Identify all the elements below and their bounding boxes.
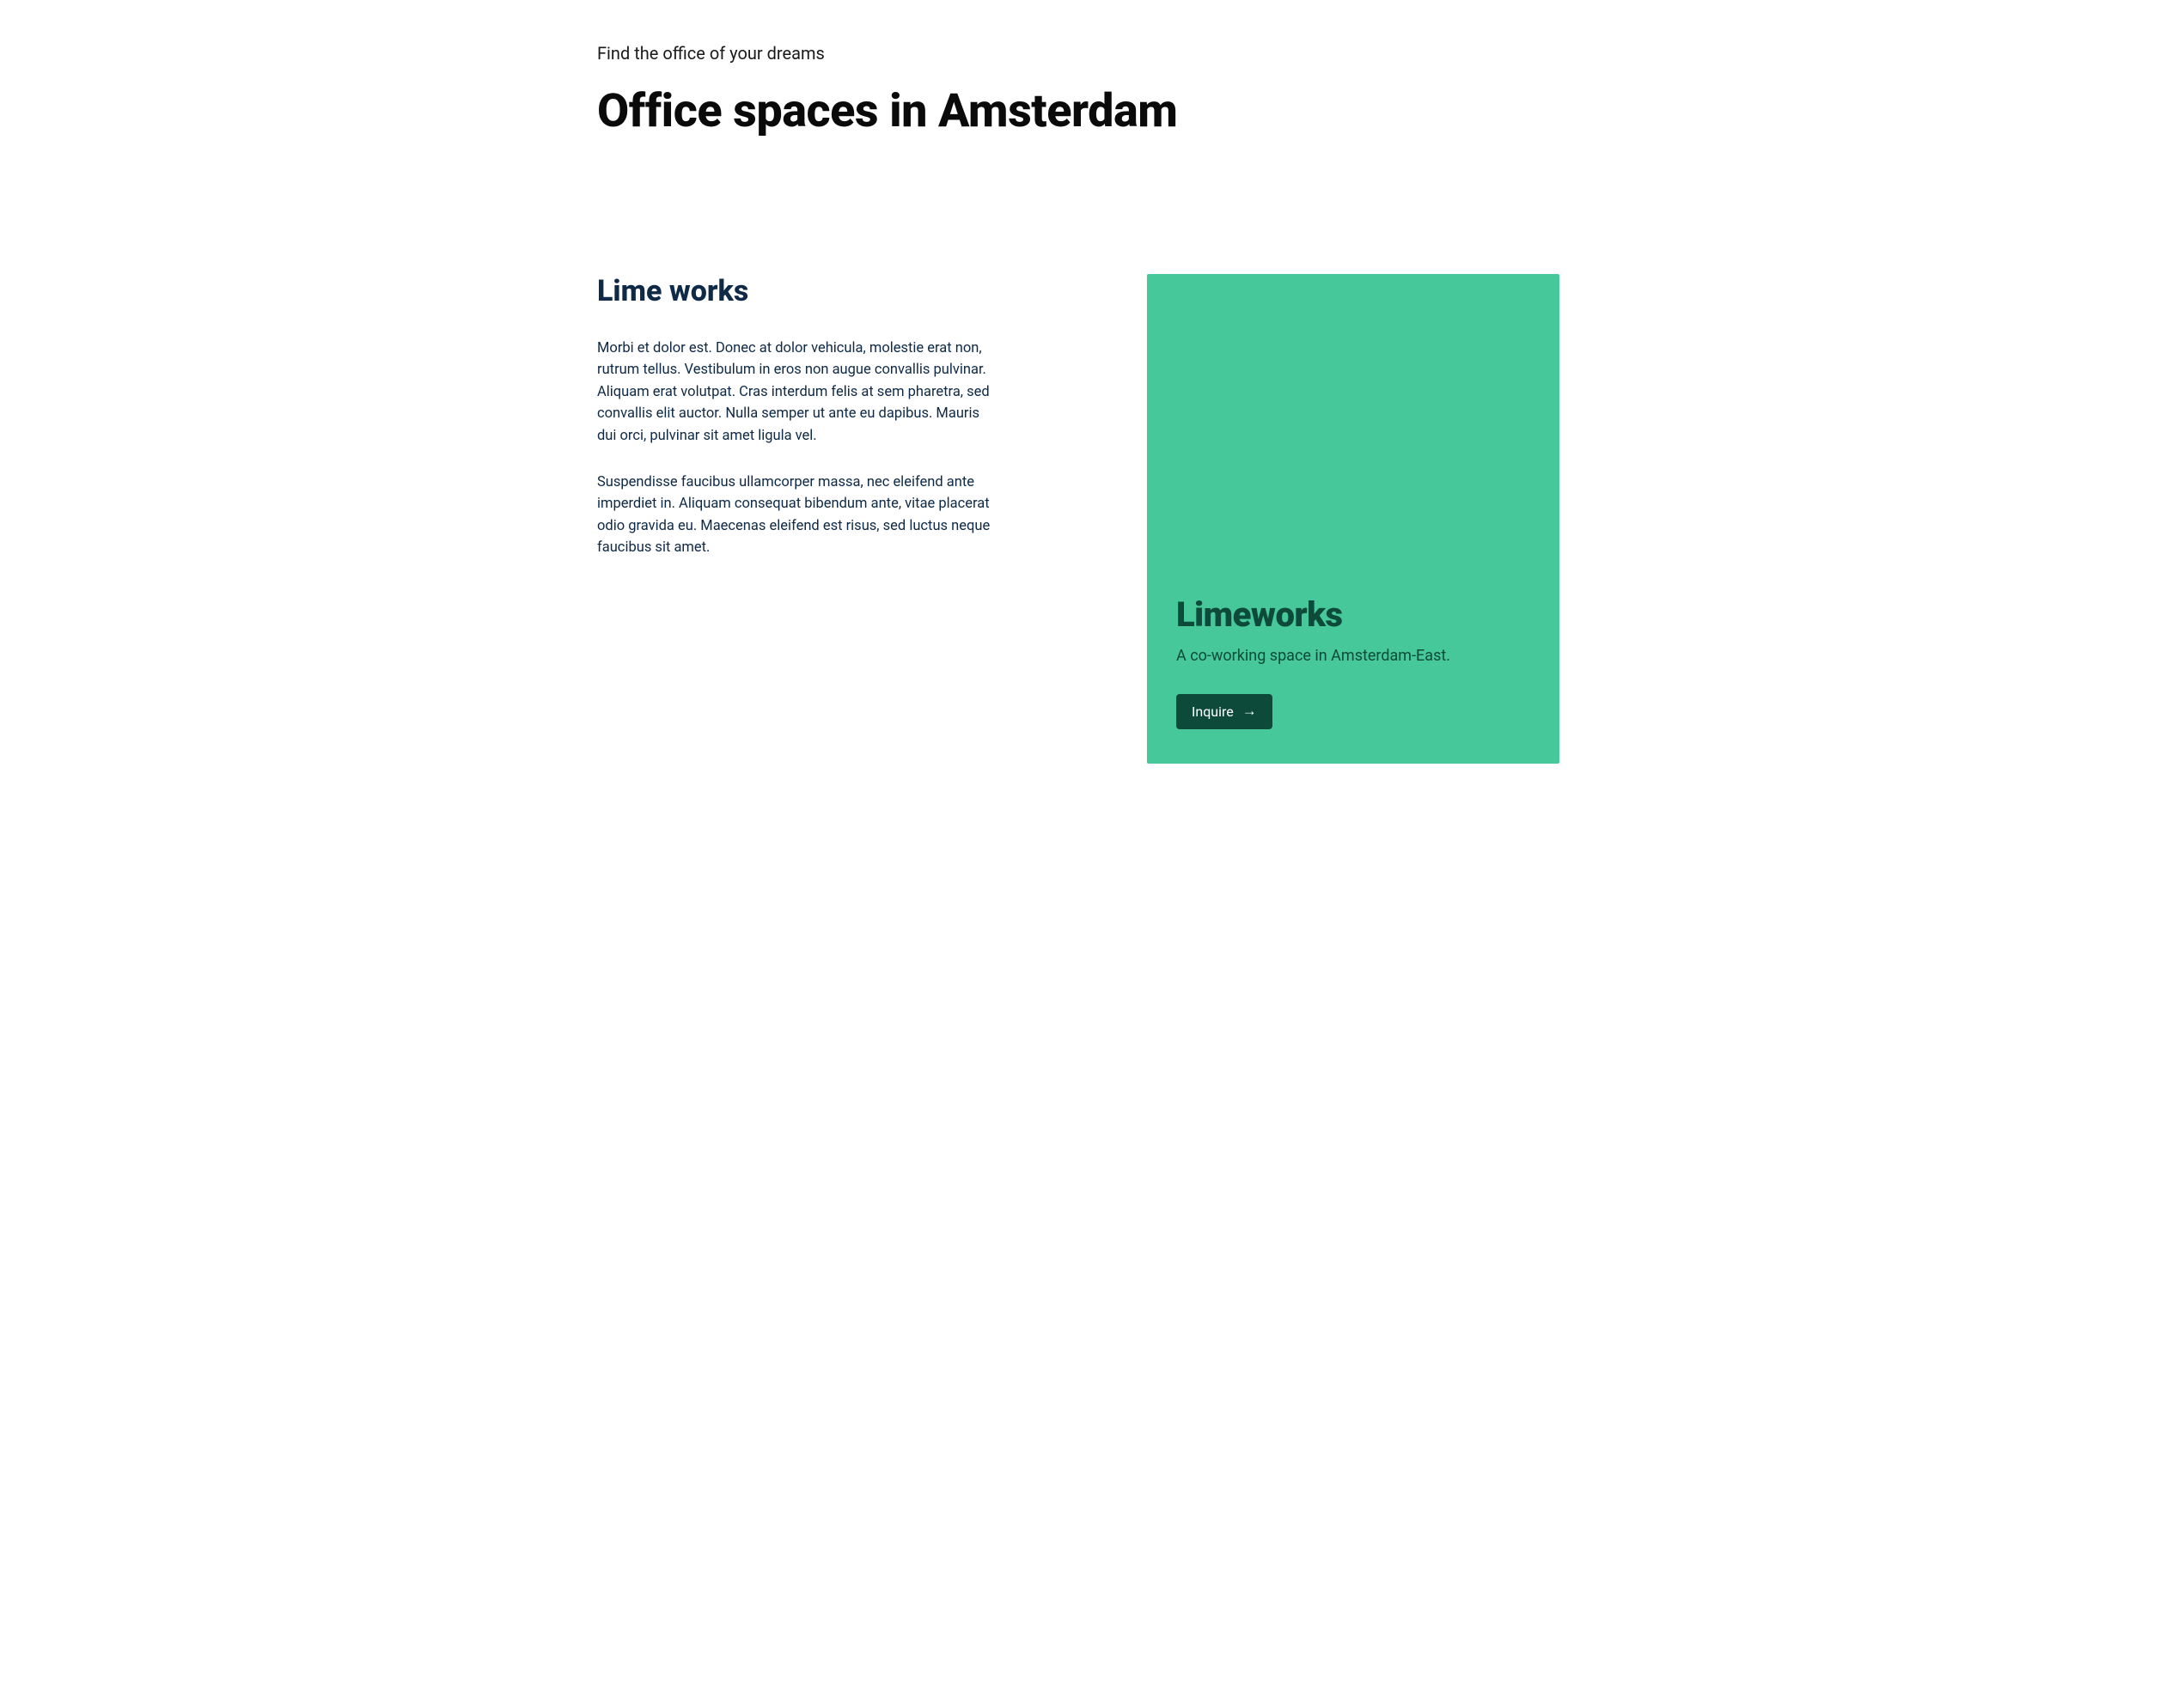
listing-card: Limeworks A co-working space in Amsterda… xyxy=(1147,274,1559,764)
listing-text-column: Lime works Morbi et dolor est. Donec at … xyxy=(597,274,992,583)
inquire-button[interactable]: Inquire → xyxy=(1176,694,1272,729)
listing-paragraph: Morbi et dolor est. Donec at dolor vehic… xyxy=(597,338,992,448)
card-title: Limeworks xyxy=(1176,594,1530,635)
listing-heading: Lime works xyxy=(597,274,992,308)
eyebrow-text: Find the office of your dreams xyxy=(597,43,1595,64)
listing-paragraph: Suspendisse faucibus ullamcorper massa, … xyxy=(597,472,992,559)
card-subtitle: A co-working space in Amsterdam-East. xyxy=(1176,647,1530,665)
content-row: Lime works Morbi et dolor est. Donec at … xyxy=(597,274,1595,764)
arrow-right-icon: → xyxy=(1242,704,1257,719)
inquire-button-label: Inquire xyxy=(1192,703,1234,720)
page-container: Find the office of your dreams Office sp… xyxy=(568,0,1616,832)
page-title: Office spaces in Amsterdam xyxy=(597,88,1595,137)
